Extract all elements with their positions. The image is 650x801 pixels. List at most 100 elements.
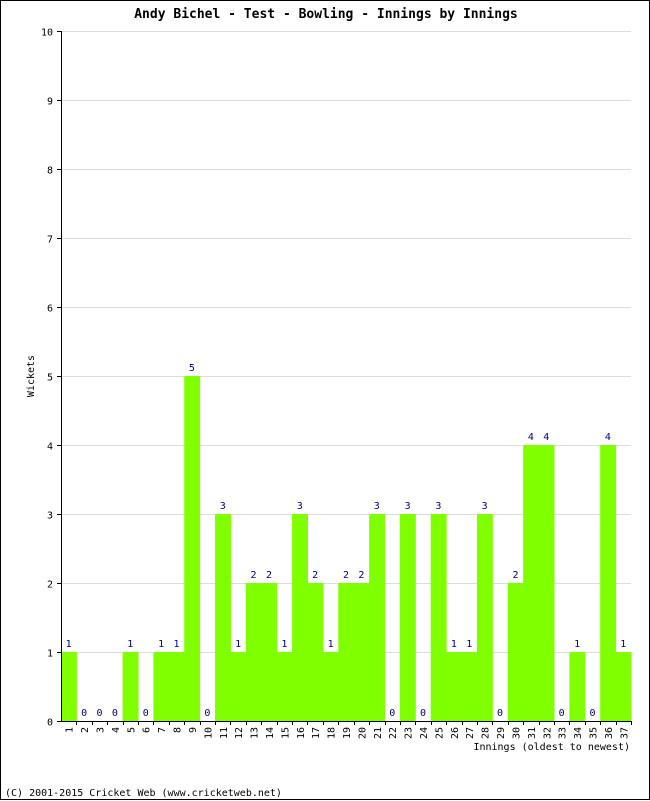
bar-value-label: 1 xyxy=(281,639,287,650)
x-tick-label: 12 xyxy=(234,727,245,739)
x-tick-labels: 1 2 3 4 5 6 7 8 9 10 11 12 13 14 15 16 17 18 19 20 21 22 23 24 2… xyxy=(65,727,631,739)
x-tick-label: 25 xyxy=(434,727,445,739)
x-tick-label: 15 xyxy=(280,727,291,739)
x-tick-label: 9 xyxy=(188,727,199,733)
copyright-footer: (C) 2001-2015 Cricket Web (www.cricketwe… xyxy=(5,788,282,799)
x-tick-label: 24 xyxy=(419,727,430,739)
bar-value-label: 1 xyxy=(451,639,457,650)
bar-value-label: 4 xyxy=(528,432,534,443)
bar-value-label: 3 xyxy=(297,501,303,512)
bar xyxy=(399,514,416,721)
bar-value-label: 0 xyxy=(589,708,595,719)
bar xyxy=(168,652,185,721)
x-tick-label: 20 xyxy=(357,727,368,739)
x-tick-label: 36 xyxy=(604,727,615,739)
bar-value-label: 2 xyxy=(512,570,518,581)
bar xyxy=(245,583,262,721)
x-tick-label: 6 xyxy=(142,727,153,733)
chart-title: Andy Bichel - Test - Bowling - Innings b… xyxy=(134,7,518,22)
bar-value-label: 3 xyxy=(405,501,411,512)
y-tick-label: 5 xyxy=(47,373,53,384)
bar xyxy=(353,583,370,721)
bar xyxy=(215,514,231,721)
bar xyxy=(615,652,632,721)
bar xyxy=(507,583,524,721)
bar-value-label: 0 xyxy=(143,708,149,719)
bar-value-label: 0 xyxy=(81,708,87,719)
x-tick-label: 19 xyxy=(342,727,353,739)
x-tick-label: 34 xyxy=(573,727,584,739)
y-tick-label: 0 xyxy=(47,718,53,729)
x-tick-label: 35 xyxy=(588,727,599,739)
bar xyxy=(184,376,201,721)
bar xyxy=(307,583,324,721)
bar-chart: Andy Bichel - Test - Bowling - Innings b… xyxy=(5,7,632,799)
x-tick-label: 31 xyxy=(527,727,538,739)
bar-value-label: 1 xyxy=(127,639,133,650)
bar-value-label: 1 xyxy=(66,639,72,650)
bar-value-label: 4 xyxy=(543,432,549,443)
bar-value-label: 0 xyxy=(389,708,395,719)
x-tick-label: 37 xyxy=(619,727,630,739)
bar-value-label: 2 xyxy=(358,570,364,581)
bar xyxy=(261,583,278,721)
y-tick-labels: 0 1 2 3 4 5 6 7 8 9 10 xyxy=(41,28,53,729)
x-tick-label: 33 xyxy=(558,727,569,739)
x-tick-label: 14 xyxy=(265,727,276,739)
y-tick-label: 1 xyxy=(47,649,53,660)
x-tick-label: 2 xyxy=(80,727,91,733)
bar xyxy=(538,445,555,721)
x-tick-label: 32 xyxy=(542,727,553,739)
bar xyxy=(446,652,463,721)
bar-value-label: 3 xyxy=(435,501,441,512)
bar xyxy=(292,514,308,721)
x-tick-label: 27 xyxy=(465,727,476,739)
bar xyxy=(461,652,478,721)
bar-value-label: 1 xyxy=(235,639,241,650)
x-tick-label: 16 xyxy=(296,727,307,739)
x-tick-label: 23 xyxy=(404,727,415,739)
bar xyxy=(153,652,170,721)
x-tick-label: 7 xyxy=(157,727,168,733)
y-tick-label: 6 xyxy=(47,304,53,315)
chart-frame: Andy Bichel - Test - Bowling - Innings b… xyxy=(0,0,650,800)
x-tick-label: 29 xyxy=(496,727,507,739)
y-axis-label: Wickets xyxy=(26,355,37,397)
bar xyxy=(122,652,139,721)
y-tick-label: 10 xyxy=(41,28,53,39)
y-tick-label: 3 xyxy=(47,511,53,522)
x-tick-label: 4 xyxy=(111,727,122,733)
bar xyxy=(600,445,617,721)
bar-value-label: 1 xyxy=(328,639,334,650)
bar xyxy=(523,445,540,721)
bar-value-label: 0 xyxy=(204,708,210,719)
y-tick-label: 2 xyxy=(47,580,53,591)
bar-value-label: 3 xyxy=(374,501,380,512)
bar-value-label: 0 xyxy=(497,708,503,719)
y-tick-label: 9 xyxy=(47,97,53,108)
bar xyxy=(369,514,386,721)
bar xyxy=(338,583,355,721)
bar-value-label: 1 xyxy=(174,639,180,650)
bar-value-label: 3 xyxy=(482,501,488,512)
bar-value-label: 4 xyxy=(605,432,611,443)
x-tick-label: 21 xyxy=(373,727,384,739)
bar xyxy=(569,652,586,721)
x-tick-label: 30 xyxy=(511,727,522,739)
bar xyxy=(322,652,339,721)
bars xyxy=(61,376,632,721)
bar-value-label: 2 xyxy=(343,570,349,581)
y-tick-label: 8 xyxy=(47,166,53,177)
bar-value-label: 2 xyxy=(251,570,257,581)
bar-value-label: 1 xyxy=(620,639,626,650)
bar-value-label: 1 xyxy=(158,639,164,650)
x-tick-label: 3 xyxy=(96,727,107,733)
x-tick-label: 10 xyxy=(203,727,214,739)
x-tick-label: 28 xyxy=(481,727,492,739)
bar-value-label: 0 xyxy=(559,708,565,719)
x-tick-label: 8 xyxy=(173,727,184,733)
x-tick-label: 26 xyxy=(450,727,461,739)
bar-value-label: 1 xyxy=(466,639,472,650)
y-tick-label: 7 xyxy=(47,235,53,246)
x-axis-label: Innings (oldest to newest) xyxy=(473,742,630,753)
